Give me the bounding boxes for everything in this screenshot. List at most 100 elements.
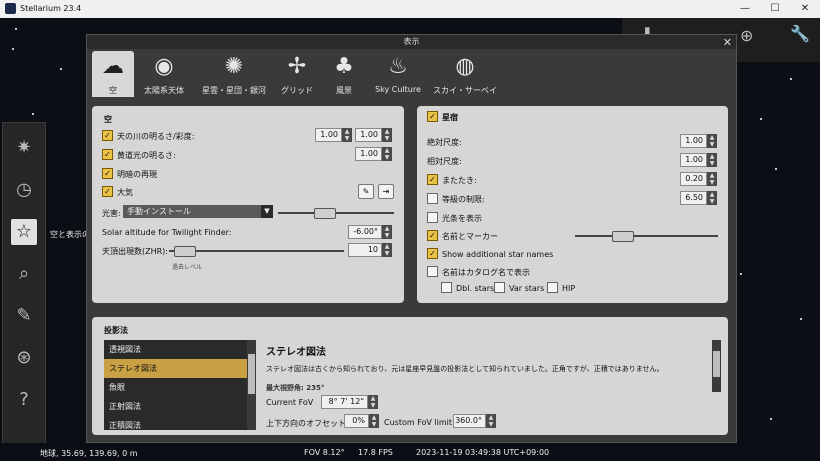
zodiacal-checkbox[interactable]: ✓ [102,149,113,160]
stars-checkbox[interactable]: ✓ [427,111,438,122]
custom-fov-label: Custom FoV limit [384,418,453,427]
minimize-button[interactable]: — [728,0,762,18]
fire-icon: ♨ [388,54,408,79]
projection-item[interactable]: 魚眼 [104,378,256,397]
description-scrollbar[interactable] [712,340,721,392]
var-stars-row[interactable]: Var stars [494,282,544,294]
sphere-icon: ◍ [455,54,475,79]
landscape-icon: ♣ [334,54,354,79]
tab-sky-survey[interactable]: ◍ スカイ・サーベイ [433,51,497,97]
zodiacal-spin[interactable]: 1.00 ▲ ▼ [355,147,392,161]
stars-title-row[interactable]: ✓ 星宿 [427,111,458,123]
current-fov-spin[interactable]: 8° 7' 12" ▲ ▼ [321,395,378,409]
projection-item-selected[interactable]: ステレオ図法 [104,359,256,378]
rel-scale-label: 相対尺度: [427,157,462,166]
atmosphere-extra-button[interactable]: ⇥ [378,184,394,199]
search-icon[interactable]: ⌕ [11,261,37,287]
tab-grid[interactable]: ✢ グリッド [279,51,315,97]
projection-heading: ステレオ図法 [266,347,326,358]
twilight-row[interactable]: ✓ 明暗の再現 [102,168,157,180]
tab-sky[interactable]: ☁ 空 [92,51,134,97]
abs-scale-label: 絶対尺度: [427,138,462,147]
projection-item[interactable]: 正積図法 [104,416,256,430]
zhr-label: 天頂出現数(ZHR): [102,247,168,256]
tab-sky-culture[interactable]: ♨ Sky Culture [370,51,426,97]
mag-limit-row[interactable]: 等級の制限: [427,193,485,205]
zodiacal-row[interactable]: ✓ 黄道光の明るさ: [102,149,176,161]
astro-calc-icon[interactable]: ⊛ [11,345,37,371]
hip-checkbox[interactable] [547,282,558,293]
maximize-button[interactable]: ☐ [758,0,792,18]
sky-settings-icon[interactable]: ☆ [11,219,37,245]
planet-icon: ◉ [154,54,174,79]
settings-wrench-icon[interactable]: ✎ [11,303,37,329]
rel-scale-spin[interactable]: 1.00 ▲ ▼ [680,153,717,167]
var-stars-checkbox[interactable] [494,282,505,293]
left-sidebar: ✷ ◷ ☆ ⌕ ✎ ⊛ ? [2,122,46,444]
close-window-button[interactable]: ✕ [788,0,820,18]
vertical-offset-spin[interactable]: 0% ▲ ▼ [344,414,379,428]
tab-landscape[interactable]: ♣ 風景 [327,51,361,97]
zhr-spin[interactable]: 10 ▲ ▼ [348,243,392,257]
clock-icon[interactable]: ◷ [11,177,37,203]
atmosphere-settings-button[interactable]: ✎ [358,184,374,199]
zhr-slider[interactable] [169,246,344,257]
custom-fov-spin[interactable]: 360.0° ▲ ▼ [453,414,496,428]
light-pollution-select[interactable]: 手動インストール ▼ [123,205,273,218]
tab-dso[interactable]: ✺ 星雲・星団・銀河 [197,51,271,97]
catalog-names-checkbox[interactable] [427,266,438,277]
abs-scale-spin[interactable]: 1.00 ▲ ▼ [680,134,717,148]
window-title: Stellarium 23.4 [20,4,82,13]
dialog-close-button[interactable]: ✕ [723,36,732,49]
dbl-stars-row[interactable]: Dbl. stars [441,282,494,294]
mag-limit-spin[interactable]: 6.50 ▲ ▼ [680,191,717,205]
hip-row[interactable]: HIP [547,282,575,294]
wrench-icon[interactable]: 🔧 [790,24,810,43]
projection-description: ステレオ図法は古くから知られており、元は星座早見盤の投影法として知られていました… [266,365,664,373]
status-datetime[interactable]: 2023-11-19 03:49:38 UTC+09:00 [416,448,549,457]
light-pollution-slider-handle[interactable] [314,208,336,219]
star-names-row[interactable]: ✓ 名前とマーカー [427,230,498,242]
milky-way-row[interactable]: ✓ 天の川の明るさ/彩度: [102,130,194,142]
twinkle-row[interactable]: ✓ またたき: [427,174,477,186]
projection-item[interactable]: 透視図法 [104,340,256,359]
tab-bar: ☁ 空 ◉ 太陽系天体 ✺ 星雲・星団・銀河 ✢ グリッド ♣ 風景 ♨ Sky… [87,49,736,99]
spikes-checkbox[interactable] [427,212,438,223]
tab-solar-system[interactable]: ◉ 太陽系天体 [139,51,189,97]
atmosphere-checkbox[interactable]: ✓ [102,186,113,197]
twinkle-spin[interactable]: 0.20 ▲ ▼ [680,172,717,186]
status-fov: FOV 8.12° [304,448,345,457]
solar-altitude-spin[interactable]: -6.00° ▲ ▼ [348,225,392,239]
projection-item[interactable]: 正射図法 [104,397,256,416]
additional-names-row[interactable]: ✓ Show additional star names [427,248,553,260]
wrench-icon: ✎ [362,187,370,196]
solar-altitude-label: Solar altitude for Twilight Finder: [102,228,232,237]
light-pollution-slider[interactable] [278,208,394,219]
zhr-slider-handle[interactable] [174,246,196,257]
sidebar-tooltip: 空と表示の [50,230,90,239]
catalog-names-row[interactable]: 名前はカタログ名で表示 [427,266,530,278]
star-names-slider-handle[interactable] [612,231,634,242]
chevron-down-icon: ▼ [261,205,273,218]
twinkle-checkbox[interactable]: ✓ [427,174,438,185]
twilight-checkbox[interactable]: ✓ [102,168,113,179]
star-names-checkbox[interactable]: ✓ [427,230,438,241]
view-dialog: 表示 ✕ ☁ 空 ◉ 太陽系天体 ✺ 星雲・星団・銀河 ✢ グリッド ♣ 風景 … [86,34,737,443]
milky-way-saturation-spin[interactable]: 1.00 ▲ ▼ [355,128,392,142]
projection-list[interactable]: 透視図法 ステレオ図法 魚眼 正射図法 正積図法 [104,340,256,430]
additional-names-checkbox[interactable]: ✓ [427,248,438,259]
arrow-right-icon: ⇥ [382,187,390,196]
compass-icon[interactable]: ⊕ [740,26,753,45]
projection-list-scrollbar[interactable] [247,340,256,430]
mag-limit-checkbox[interactable] [427,193,438,204]
milky-way-brightness-spin[interactable]: 1.00 ▲ ▼ [315,128,352,142]
status-location[interactable]: 地球, 35.69, 139.69, 0 m [40,448,138,459]
sun-icon[interactable]: ✷ [11,135,37,161]
dbl-stars-checkbox[interactable] [441,282,452,293]
dialog-title[interactable]: 表示 [87,35,736,49]
help-icon[interactable]: ? [11,387,37,413]
milky-way-checkbox[interactable]: ✓ [102,130,113,141]
atmosphere-row[interactable]: ✓ 大気 [102,186,133,198]
star-names-slider[interactable] [575,231,718,242]
spikes-row[interactable]: 光条を表示 [427,212,482,224]
